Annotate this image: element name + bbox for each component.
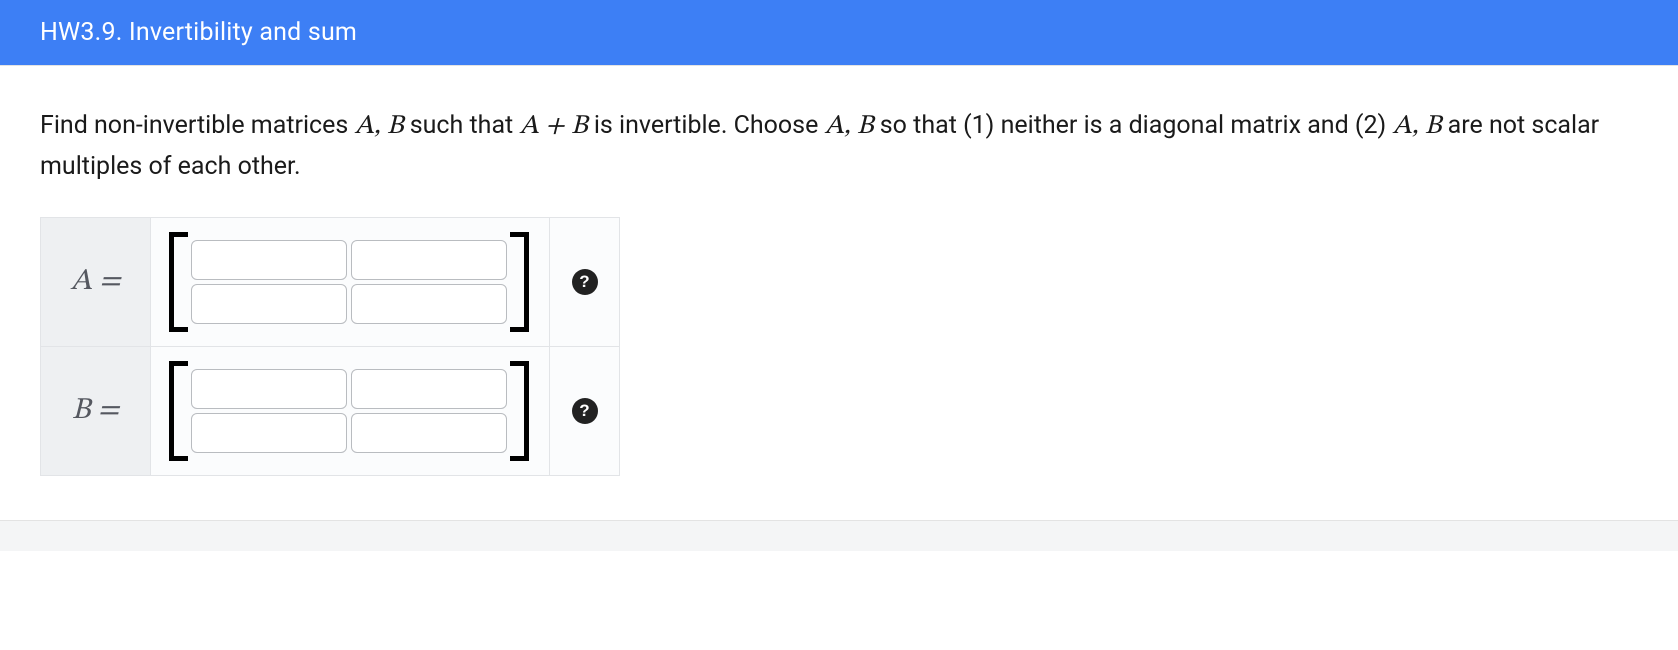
prompt-text: is invertible. Choose — [588, 111, 825, 140]
matrix-a-cell-1-0[interactable] — [191, 284, 347, 324]
prompt-text: such that — [404, 111, 520, 140]
matrix-a-cell-0-0[interactable] — [191, 240, 347, 280]
math-var-ab: A, B — [1392, 113, 1441, 140]
math-expr-a-plus-b: A + B — [519, 113, 587, 140]
matrix-b-cell-1-1[interactable] — [351, 413, 507, 453]
matrix-b-input-cell — [151, 346, 550, 475]
matrix-label-a-text: A = — [70, 267, 120, 297]
help-icon[interactable]: ? — [572, 398, 598, 424]
matrix-a-cell-1-1[interactable] — [351, 284, 507, 324]
question-prompt: Find non-invertible matrices A, B such t… — [40, 106, 1638, 187]
bracket-left-icon — [169, 232, 187, 332]
help-icon[interactable]: ? — [572, 269, 598, 295]
matrix-label-b-text: B = — [72, 396, 119, 426]
question-body: Find non-invertible matrices A, B such t… — [0, 65, 1678, 521]
matrix-input-group: A = — [40, 217, 620, 476]
math-var-ab: A, B — [355, 113, 404, 140]
matrix-b-bracket-row — [169, 361, 529, 461]
matrix-a-help-cell: ? — [550, 217, 620, 346]
matrix-a-bracket-row — [169, 232, 529, 332]
matrix-layout-table: A = — [40, 217, 620, 476]
bracket-left-icon — [169, 361, 187, 461]
matrix-b-grid — [187, 361, 511, 461]
bracket-right-icon — [511, 361, 529, 461]
matrix-b-cell-1-0[interactable] — [191, 413, 347, 453]
matrix-label-a: A = — [41, 217, 151, 346]
prompt-text: so that (1) neither is a diagonal matrix… — [874, 111, 1393, 140]
matrix-row-b: B = — [41, 346, 620, 475]
matrix-label-b: B = — [41, 346, 151, 475]
bracket-right-icon — [511, 232, 529, 332]
question-header: HW3.9. Invertibility and sum — [0, 0, 1678, 65]
matrix-a-input-cell — [151, 217, 550, 346]
matrix-b-cell-0-0[interactable] — [191, 369, 347, 409]
question-title: HW3.9. Invertibility and sum — [40, 18, 357, 47]
prompt-text: Find non-invertible matrices — [40, 111, 355, 140]
matrix-a-cell-0-1[interactable] — [351, 240, 507, 280]
footer-strip — [0, 521, 1678, 551]
matrix-a-grid — [187, 232, 511, 332]
math-var-ab: A, B — [825, 113, 874, 140]
matrix-b-help-cell: ? — [550, 346, 620, 475]
matrix-row-a: A = — [41, 217, 620, 346]
matrix-b-cell-0-1[interactable] — [351, 369, 507, 409]
